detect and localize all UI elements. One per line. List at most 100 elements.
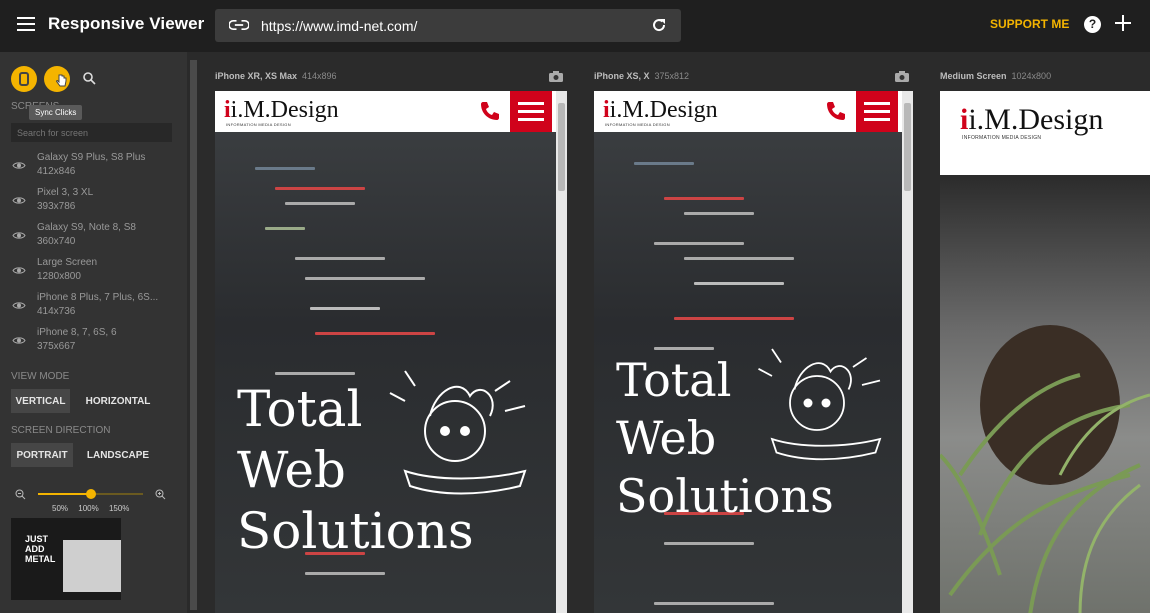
site-menu-button[interactable] <box>510 91 552 132</box>
pointer-hand-icon <box>56 74 67 87</box>
phone-sync-icon <box>19 72 29 86</box>
eye-icon[interactable] <box>12 266 26 275</box>
device-name: iPhone XS, X <box>594 71 650 81</box>
site-logo[interactable]: ii.M.Design <box>603 97 718 124</box>
device-name: Medium Screen <box>940 71 1007 81</box>
screen-item[interactable]: iPhone 8 Plus, 7 Plus, 6S... 414x736 <box>0 288 187 323</box>
device-name: iPhone XR, XS Max <box>215 71 298 81</box>
screen-name: Large Screen <box>37 257 98 268</box>
screen-dims: 1280x800 <box>37 271 81 282</box>
help-icon[interactable]: ? <box>1084 16 1101 33</box>
camera-icon[interactable] <box>549 71 563 82</box>
site-viewport[interactable]: ii.M.Design INFORMATION MEDIA DESIGN Tot… <box>594 91 913 613</box>
screen-dims: 414x736 <box>37 306 76 317</box>
site-header: ii.M.Design INFORMATION MEDIA DESIGN <box>940 91 1150 175</box>
sync-clicks-button[interactable] <box>44 66 70 92</box>
logo-text: i.M.Design <box>609 97 718 123</box>
thumbnail-text: JUST ADD METAL <box>25 534 56 564</box>
site-header: ii.M.Design INFORMATION MEDIA DESIGN <box>594 91 902 132</box>
hero-line: Solutions <box>616 469 834 523</box>
view-mode-label: VIEW MODE <box>11 371 70 382</box>
screen-name: Galaxy S9 Plus, S8 Plus <box>37 152 146 163</box>
phone-icon[interactable] <box>479 100 501 122</box>
screen-name: Pixel 3, 3 XL <box>37 187 94 198</box>
mascot-illustration <box>389 370 527 495</box>
screen-dims: 393x786 <box>37 201 76 212</box>
zoom-label-150: 150% <box>108 504 130 513</box>
eye-icon[interactable] <box>12 196 26 205</box>
screenshot-thumbnail[interactable]: JUST ADD METAL <box>11 518 121 600</box>
url-bar[interactable] <box>215 9 681 42</box>
site-header: ii.M.Design INFORMATION MEDIA DESIGN <box>215 91 556 132</box>
zoom-labels: 50% 100% 150% <box>52 504 137 513</box>
screen-dims: 412x846 <box>37 166 76 177</box>
site-logo[interactable]: ii.M.Design <box>224 97 339 124</box>
plant-illustration <box>940 325 1150 613</box>
screen-dims: 360x740 <box>37 236 76 247</box>
mascot-illustration <box>758 348 882 461</box>
menu-icon[interactable] <box>17 17 35 31</box>
logo-subtitle: INFORMATION MEDIA DESIGN <box>605 122 670 127</box>
zoom-slider-fill <box>38 493 91 495</box>
add-screen-icon[interactable] <box>1115 15 1131 31</box>
logo-subtitle: INFORMATION MEDIA DESIGN <box>226 122 291 127</box>
screen-item[interactable]: iPhone 8, 7, 6S, 6 375x667 <box>0 323 187 358</box>
zoom-label-50: 50% <box>52 504 69 513</box>
device-dims: 1024x800 <box>1011 71 1052 81</box>
viewport-scrollbar-thumb[interactable] <box>558 103 565 191</box>
site-menu-button[interactable] <box>856 91 898 132</box>
device-label: Medium Screen 1024x800 <box>940 71 1051 81</box>
sidebar: SCREENS Sync Clicks Galaxy S9 Plus, S8 P… <box>0 52 200 613</box>
screen-item[interactable]: Galaxy S9 Plus, S8 Plus 412x846 <box>0 148 187 183</box>
logo-text: i.M.Design <box>230 97 339 123</box>
view-mode-vertical-button[interactable]: VERTICAL <box>11 389 70 413</box>
screen-search-input[interactable] <box>11 123 172 142</box>
zoom-slider-handle[interactable] <box>85 489 96 499</box>
screen-name: iPhone 8, 7, 6S, 6 <box>37 327 117 338</box>
viewport-scrollbar[interactable] <box>556 91 567 613</box>
top-bar: Responsive Viewer SUPPORT ME ? <box>0 0 1150 52</box>
viewport-scrollbar[interactable] <box>902 91 913 613</box>
device-label: iPhone XS, X 375x812 <box>594 71 689 81</box>
site-logo[interactable]: ii.M.Design <box>960 103 1103 137</box>
device-dims: 375x812 <box>654 71 690 81</box>
thumbnail-product-image <box>63 540 121 592</box>
direction-portrait-button[interactable]: PORTRAIT <box>11 443 73 467</box>
screen-name: Galaxy S9, Note 8, S8 <box>37 222 136 233</box>
screen-item[interactable]: Large Screen 1280x800 <box>0 253 187 288</box>
link-icon <box>229 20 249 30</box>
screen-direction-label: SCREEN DIRECTION <box>11 425 111 436</box>
zoom-out-icon[interactable] <box>15 489 26 500</box>
support-me-button[interactable]: SUPPORT ME <box>990 17 1069 31</box>
sidebar-scrollbar-thumb[interactable] <box>190 60 197 610</box>
view-mode-horizontal-button[interactable]: HORIZONTAL <box>80 389 156 413</box>
eye-icon[interactable] <box>12 161 26 170</box>
reload-icon[interactable] <box>651 17 667 33</box>
eye-icon[interactable] <box>12 301 26 310</box>
logo-text: i.M.Design <box>968 103 1104 136</box>
hero-line: Solutions <box>237 502 474 560</box>
sidebar-scrollbar[interactable] <box>187 52 200 613</box>
zoom-label-100: 100% <box>78 504 99 513</box>
sync-clicks-tooltip: Sync Clicks <box>29 105 83 120</box>
screen-item[interactable]: Galaxy S9, Note 8, S8 360x740 <box>0 218 187 253</box>
viewport-scrollbar-thumb[interactable] <box>904 103 911 191</box>
eye-icon[interactable] <box>12 231 26 240</box>
screen-dims: 375x667 <box>37 341 76 352</box>
site-viewport[interactable]: ii.M.Design INFORMATION MEDIA DESIGN Tot… <box>215 91 567 613</box>
site-viewport[interactable]: ii.M.Design INFORMATION MEDIA DESIGN <box>940 91 1150 613</box>
hero-background <box>940 175 1150 613</box>
direction-landscape-button[interactable]: LANDSCAPE <box>80 443 156 467</box>
camera-icon[interactable] <box>895 71 909 82</box>
search-icon[interactable] <box>83 72 96 85</box>
eye-icon[interactable] <box>12 336 26 345</box>
phone-icon[interactable] <box>825 100 847 122</box>
screen-item[interactable]: Pixel 3, 3 XL 393x786 <box>0 183 187 218</box>
screen-list: Galaxy S9 Plus, S8 Plus 412x846 Pixel 3,… <box>0 148 187 358</box>
sync-scroll-button[interactable] <box>11 66 37 92</box>
url-input[interactable] <box>261 15 641 37</box>
device-dims: 414x896 <box>302 71 337 81</box>
logo-subtitle: INFORMATION MEDIA DESIGN <box>962 135 1042 141</box>
zoom-in-icon[interactable] <box>155 489 166 500</box>
app-title: Responsive Viewer <box>48 14 205 33</box>
